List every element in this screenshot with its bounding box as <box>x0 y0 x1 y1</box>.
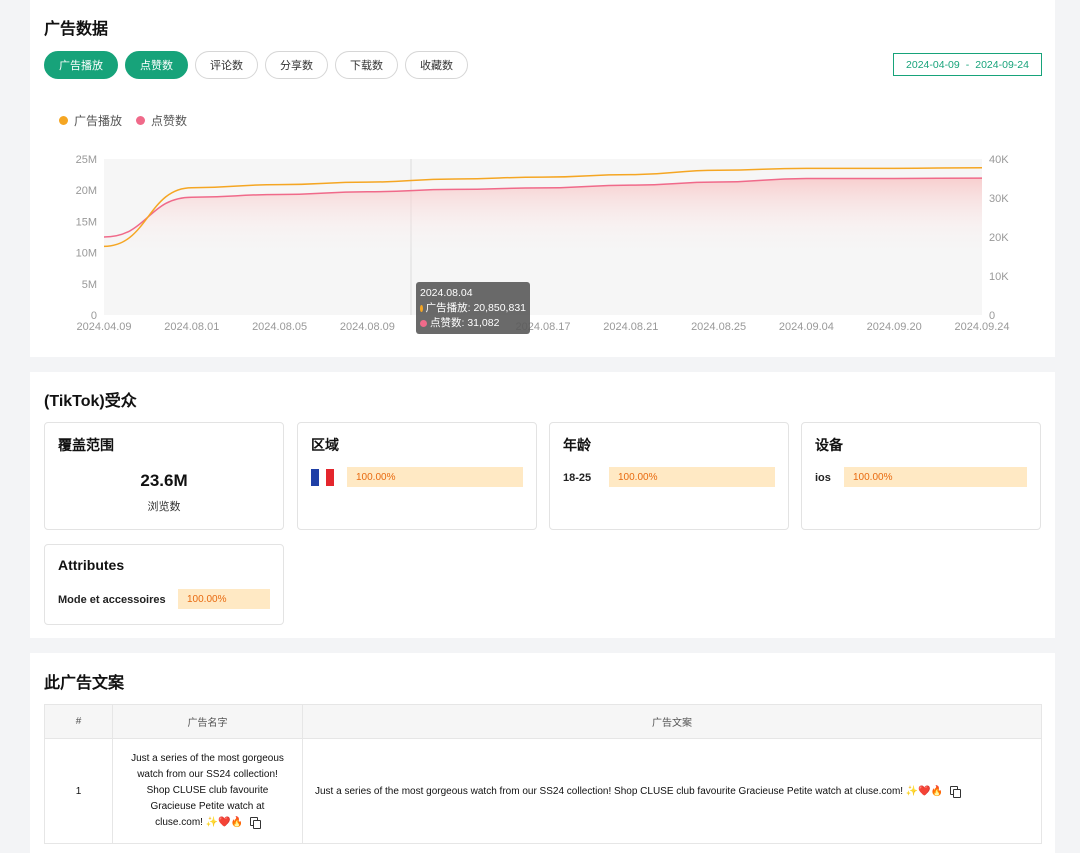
legend-label-plays: 广告播放 <box>74 114 123 128</box>
ad-copy-title: 此广告文案 <box>44 675 125 692</box>
chart-legend: 广告播放 点赞数 <box>59 112 187 129</box>
tab-comments[interactable]: 评论数 <box>195 51 258 79</box>
y-right-tick-label: 40K <box>989 154 1009 166</box>
tab-shares[interactable]: 分享数 <box>265 51 328 79</box>
y-right-tick-label: 10K <box>989 271 1009 283</box>
x-tick-label: 2024.08.01 <box>164 321 219 333</box>
tab-plays[interactable]: 广告播放 <box>44 51 118 79</box>
device-card: 设备 ios 100.00% <box>801 422 1041 530</box>
y-right-tick-label: 30K <box>989 193 1009 205</box>
col-header-name: 广告名字 <box>112 704 303 739</box>
ad-name-emoji: ✨❤️🔥 <box>205 817 244 828</box>
metric-tabs: 广告播放 点赞数 评论数 分享数 下载数 收藏数 <box>44 51 468 79</box>
age-card: 年龄 18-25 100.00% <box>549 422 789 530</box>
age-label: 18-25 <box>563 472 592 484</box>
row-ad-name: Just a series of the most gorgeous watch… <box>112 738 303 844</box>
x-tick-label: 2024.08.21 <box>603 321 658 333</box>
tab-favorites[interactable]: 收藏数 <box>405 51 468 79</box>
col-header-copy: 广告文案 <box>302 704 1042 739</box>
ad-data-title: 广告数据 <box>44 21 109 38</box>
date-start: 2024-04-09 <box>906 58 960 71</box>
ad-data-panel: 广告数据 广告播放 点赞数 评论数 分享数 下载数 收藏数 2024-04-09… <box>30 0 1055 357</box>
region-percent-bar: 100.00% <box>347 467 523 487</box>
age-percent-bar: 100.00% <box>609 467 775 487</box>
device-percent-bar: 100.00% <box>844 467 1027 487</box>
x-tick-label: 2024.09.04 <box>779 321 834 333</box>
legend-dot-likes <box>136 116 146 125</box>
tooltip-plays: 广告播放: 20,850,831 <box>425 302 526 314</box>
row-index: 1 <box>44 738 113 844</box>
tooltip-likes: 点赞数: 31,082 <box>430 317 500 329</box>
legend-dot-plays <box>59 116 68 125</box>
copy-icon[interactable] <box>949 785 961 798</box>
date-range-picker[interactable]: 2024-04-09 - 2024-09-24 <box>893 53 1042 76</box>
y-left-tick-label: 25M <box>76 154 97 166</box>
device-label: ios <box>815 472 831 484</box>
reach-label: 浏览数 <box>147 501 181 513</box>
y-left-tick-label: 20M <box>76 185 97 197</box>
attributes-percent-bar: 100.00% <box>178 589 270 609</box>
likes-area <box>104 178 982 315</box>
france-flag-icon <box>311 469 335 486</box>
reach-title: 覆盖范围 <box>58 437 114 453</box>
ad-copy-table: # 广告名字 广告文案 1 Just a series of the most … <box>44 704 1042 844</box>
chart-tooltip: 2024.08.04 广告播放: 20,850,831 点赞数: 31,082 <box>416 282 530 334</box>
y-right-tick-label: 20K <box>989 232 1009 244</box>
tooltip-dot-plays <box>420 305 423 312</box>
ad-copy-panel: 此广告文案 # 广告名字 广告文案 1 Just a series of the… <box>30 653 1055 853</box>
legend-item-likes[interactable]: 点赞数 <box>136 112 187 129</box>
audience-title: (TikTok)受众 <box>44 393 137 410</box>
attributes-label: Mode et accessoires <box>58 594 166 606</box>
ad-copy-text: Just a series of the most gorgeous watch… <box>315 785 904 797</box>
legend-label-likes: 点赞数 <box>151 114 188 128</box>
x-tick-label: 2024.09.20 <box>867 321 922 333</box>
y-left-tick-label: 5M <box>82 279 97 291</box>
date-separator: - <box>965 58 970 71</box>
x-tick-label: 2024.04.09 <box>76 321 131 333</box>
y-left-tick-label: 10M <box>76 248 97 260</box>
row-ad-copy: Just a series of the most gorgeous watch… <box>302 738 1042 844</box>
attributes-title: Attributes <box>58 557 125 573</box>
tooltip-date: 2024.08.04 <box>420 287 473 299</box>
audience-panel: (TikTok)受众 覆盖范围 23.6M 浏览数 区域 100.00% 年龄 … <box>30 372 1055 638</box>
reach-card: 覆盖范围 23.6M 浏览数 <box>44 422 284 530</box>
reach-value: 23.6M <box>140 471 188 490</box>
table-row: 1 Just a series of the most gorgeous wat… <box>44 738 1042 844</box>
device-title: 设备 <box>815 437 843 453</box>
region-title: 区域 <box>311 437 339 453</box>
col-header-index: # <box>44 704 113 739</box>
region-card: 区域 100.00% <box>297 422 537 530</box>
attributes-card: Attributes Mode et accessoires 100.00% <box>44 544 284 625</box>
x-tick-label: 2024.08.25 <box>691 321 746 333</box>
y-left-tick-label: 15M <box>76 216 97 228</box>
x-tick-label: 2024.08.09 <box>340 321 395 333</box>
legend-item-plays[interactable]: 广告播放 <box>59 112 122 129</box>
tab-downloads[interactable]: 下载数 <box>335 51 398 79</box>
age-title: 年龄 <box>563 437 591 453</box>
x-tick-label: 2024.09.24 <box>954 321 1009 333</box>
date-end: 2024-09-24 <box>975 58 1029 71</box>
ad-performance-chart[interactable]: 05M10M15M20M25M010K20K30K40K2024.04.09 20… <box>30 140 1055 340</box>
tooltip-dot-likes <box>420 320 427 327</box>
copy-icon[interactable] <box>249 817 261 830</box>
tab-likes[interactable]: 点赞数 <box>125 51 188 79</box>
ad-copy-emoji: ✨❤️🔥 <box>905 785 944 797</box>
x-tick-label: 2024.08.05 <box>252 321 307 333</box>
